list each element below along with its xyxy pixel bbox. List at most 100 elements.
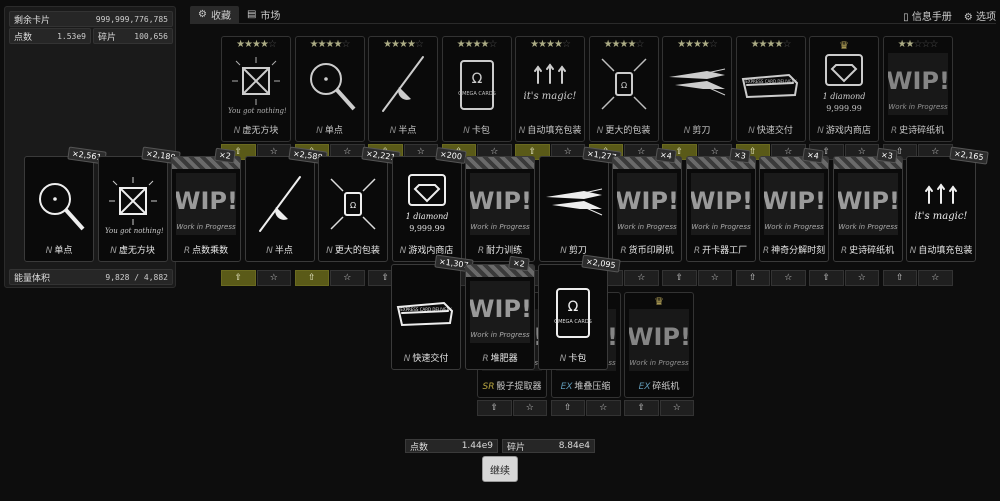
tab-collection[interactable]: ⚙ 收藏 <box>190 5 239 24</box>
continue-button[interactable]: 继续 <box>482 456 518 482</box>
svg-text:9,999.99: 9,999.99 <box>826 104 862 113</box>
upgrade-button[interactable]: ⇧ <box>624 400 659 416</box>
card[interactable]: WIP! Work in Progress R 货币印刷机 <box>612 156 682 262</box>
card[interactable]: ★★★★☆ N 半点 <box>368 36 438 142</box>
card-title: 虚无方块 <box>118 246 155 256</box>
card-name: N 快速交付 <box>394 354 458 365</box>
card-name: N 卡包 <box>445 126 509 137</box>
card-rarity: N <box>266 246 273 256</box>
upgrade-button[interactable]: ⇧ <box>221 270 256 286</box>
card[interactable]: ♛ WIP! Work in Progress EX 碎纸机 <box>624 292 694 398</box>
favorite-star-button[interactable]: ☆ <box>697 270 732 286</box>
card[interactable]: ★★★★☆ EXPRESS CARD DELIVERY N 快速交付 <box>735 36 806 142</box>
book-icon: ▯ <box>903 11 912 23</box>
card[interactable]: Ω OMEGA CARDS N 卡包 <box>538 264 608 370</box>
upgrade-button[interactable]: ⇧ <box>882 270 917 286</box>
card[interactable]: WIP! Work in Progress R 堆肥器 <box>465 264 535 370</box>
svg-text:WIP!: WIP! <box>691 187 751 215</box>
upgrade-button[interactable]: ⇧ <box>550 400 585 416</box>
card-rarity: N <box>683 126 691 136</box>
card-art <box>29 173 89 235</box>
card[interactable]: ★★★★☆ N 剪刀 <box>662 36 732 142</box>
card-rarity: EX <box>638 382 651 392</box>
card-rarity: N <box>518 126 526 136</box>
favorite-star-button[interactable]: ☆ <box>512 400 547 416</box>
card[interactable]: N 半点 <box>244 156 315 262</box>
card-title: 更大的包装 <box>605 126 651 136</box>
card[interactable]: ★★★★☆ N 单点 <box>294 36 365 142</box>
card[interactable]: ★★★★☆ Ω N 更大的包装 <box>588 36 659 142</box>
upgrade-button[interactable]: ⇧ <box>294 270 329 286</box>
svg-text:Work in Progress: Work in Progress <box>838 223 898 231</box>
card[interactable]: 1 diamond 9,999.99 N 游戏内商店 <box>391 156 462 262</box>
favorite-star-button[interactable]: ☆ <box>659 400 694 416</box>
card[interactable]: it's magic! N 自动填充包装 <box>906 156 976 262</box>
svg-text:WIP!: WIP! <box>470 187 530 215</box>
result-shards-value: 8.84e4 <box>558 441 590 451</box>
upgrade-button[interactable]: ⇧ <box>477 400 512 416</box>
card-rarity: N <box>316 126 323 136</box>
tab-label: 收藏 <box>210 11 231 22</box>
card-title: 碎纸机 <box>652 382 680 392</box>
card[interactable]: WIP! Work in Progress R 耐力训练 <box>465 156 535 262</box>
favorite-star-button[interactable]: ☆ <box>624 270 659 286</box>
upgrade-button[interactable]: ⇧ <box>809 270 844 286</box>
card[interactable]: EXPRESS CARD DELIVERY N 快速交付 <box>391 264 461 370</box>
top-right-menu: ▯ 信息手册 ⚙ 选项 <box>903 6 996 24</box>
svg-text:1 diamond: 1 diamond <box>823 92 866 101</box>
card-name: N 自动填充包装 <box>518 126 582 137</box>
card[interactable]: ♛ 1 diamond 9,999.99 N 游戏内商店 <box>809 36 879 142</box>
card-title: 货币印刷机 <box>628 246 674 256</box>
card-title: 游戏内商店 <box>408 246 454 256</box>
card-rarity: N <box>748 126 755 136</box>
favorite-star-button[interactable]: ☆ <box>330 270 365 286</box>
card-title: 耐力训练 <box>486 246 523 256</box>
top-bar: ⚙ 收藏 ▤ 市场 ▯ 信息手册 ⚙ 选项 <box>190 5 996 24</box>
card[interactable]: ★★★★☆ You got nothing! N 虚无方块 <box>221 36 291 142</box>
favorite-star-button[interactable]: ☆ <box>586 400 621 416</box>
card-art: Ω <box>323 173 383 235</box>
card[interactable]: ★★★★☆ it's magic! N 自动填充包装 <box>515 36 585 142</box>
card[interactable]: ★★☆☆☆ WIP! Work in Progress R 史诗碎纸机 <box>882 36 953 142</box>
card[interactable]: WIP! Work in Progress R 神奇分解时刻 <box>759 156 829 262</box>
favorite-star-button[interactable]: ☆ <box>256 270 291 286</box>
card[interactable]: You got nothing! N 虚无方块 <box>97 156 168 262</box>
stat-label: 能量体积 <box>14 273 51 284</box>
card[interactable]: ★★★★☆ Ω OMEGA CARDS N 卡包 <box>441 36 512 142</box>
card-name: N 更大的包装 <box>592 126 656 137</box>
favorite-star-button[interactable]: ☆ <box>844 270 879 286</box>
card[interactable]: WIP! Work in Progress R 史诗碎纸机 <box>832 156 903 262</box>
tab-market[interactable]: ▤ 市场 <box>239 6 288 24</box>
svg-text:You got nothing!: You got nothing! <box>228 107 286 115</box>
card-action-row: ⇧☆ <box>477 400 547 416</box>
options-link[interactable]: ⚙ 选项 <box>964 8 996 23</box>
svg-text:WIP!: WIP! <box>629 323 689 351</box>
card-title: 单点 <box>324 126 343 136</box>
card-art: WIP! Work in Progress <box>468 281 532 343</box>
card[interactable]: WIP! Work in Progress R 开卡器工厂 <box>685 156 756 262</box>
card-title: 史诗碎纸机 <box>849 246 895 256</box>
card-name: N 剪刀 <box>665 126 729 137</box>
favorite-star-button[interactable]: ☆ <box>771 270 806 286</box>
upgrade-button[interactable]: ⇧ <box>735 270 770 286</box>
card-title: 快速交付 <box>412 354 449 364</box>
energy-volume-stat: 能量体积 9,828 / 4,882 <box>9 269 173 285</box>
gear-icon: ⚙ <box>198 9 207 20</box>
manual-link[interactable]: ▯ 信息手册 <box>903 8 952 23</box>
upgrade-button[interactable]: ⇧ <box>662 270 697 286</box>
card-title: 自动填充包装 <box>527 126 582 136</box>
card[interactable]: N 单点 <box>24 156 94 262</box>
stat-label: 剩余卡片 <box>14 15 51 26</box>
card-name: R 点数乘数 <box>174 246 238 257</box>
points-stat: 点数 1.53e9 <box>9 28 91 44</box>
card-count-badge: ×3 <box>875 147 898 164</box>
svg-text:1 diamond: 1 diamond <box>405 212 448 221</box>
favorite-star-button[interactable]: ☆ <box>918 270 953 286</box>
card[interactable]: N 剪刀 <box>538 156 609 262</box>
card-rarity: N <box>817 126 824 136</box>
card[interactable]: WIP! Work in Progress R 点数乘数 <box>171 156 241 262</box>
card-name: N 虚无方块 <box>224 126 288 137</box>
card[interactable]: Ω N 更大的包装 <box>318 156 388 262</box>
card-title: 半点 <box>274 246 293 256</box>
svg-text:Work in Progress: Work in Progress <box>617 223 677 231</box>
